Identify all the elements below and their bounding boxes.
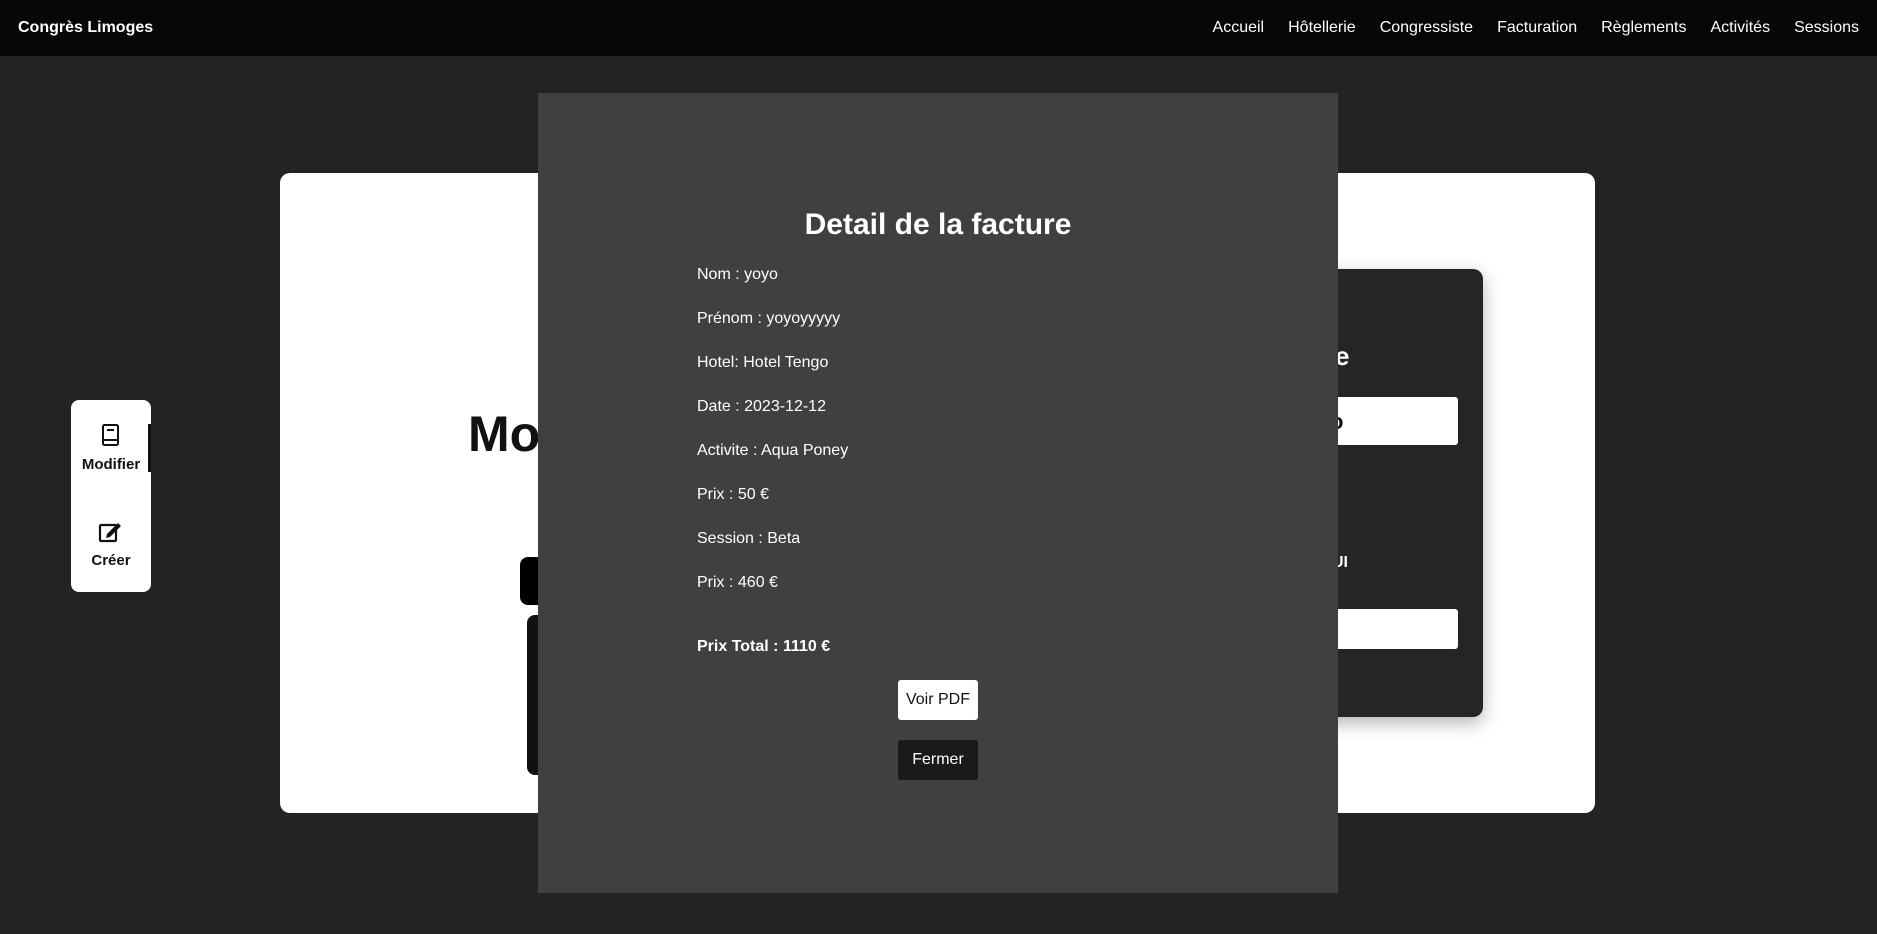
sidebar-item-label: Modifier <box>81 456 141 473</box>
sidebar-item-modifier[interactable]: Modifier <box>71 408 151 488</box>
view-pdf-button[interactable]: Voir PDF <box>898 680 978 720</box>
sidebar-item-creer[interactable]: Créer <box>71 504 151 584</box>
detail-prenom: Prénom : yoyoyyyyy <box>697 310 841 327</box>
close-button[interactable]: Fermer <box>898 740 978 780</box>
book-icon <box>100 423 122 452</box>
invoice-detail-modal: Detail de la facture Nom : yoyo Prénom :… <box>538 93 1338 893</box>
active-indicator <box>148 424 151 472</box>
detail-prix-total: Prix Total : 1110 € <box>697 638 831 655</box>
detail-hotel: Hotel: Hotel Tengo <box>697 354 829 371</box>
detail-date: Date : 2023-12-12 <box>697 398 826 415</box>
detail-session: Session : Beta <box>697 530 801 547</box>
brand-logo[interactable]: Congrès Limoges <box>18 19 153 37</box>
modal-title: Detail de la facture <box>804 208 1072 241</box>
nav-item-hotellerie[interactable]: Hôtellerie <box>1288 19 1356 37</box>
sidebar-item-label: Créer <box>91 552 131 569</box>
nav-item-facturation[interactable]: Facturation <box>1497 19 1577 37</box>
navbar: Congrès Limoges Accueil Hôtellerie Congr… <box>0 0 1877 56</box>
nav-item-reglements[interactable]: Règlements <box>1601 19 1686 37</box>
nav-item-sessions[interactable]: Sessions <box>1794 19 1859 37</box>
detail-prix-session: Prix : 460 € <box>697 574 778 591</box>
page-title: Mo <box>468 406 541 462</box>
nav-item-congressiste[interactable]: Congressiste <box>1380 19 1473 37</box>
nav-links: Accueil Hôtellerie Congressiste Facturat… <box>1213 19 1859 37</box>
edit-icon <box>98 519 124 548</box>
detail-prix-activite: Prix : 50 € <box>697 486 770 503</box>
nav-item-activites[interactable]: Activités <box>1711 19 1771 37</box>
detail-activite: Activite : Aqua Poney <box>697 442 849 459</box>
side-panel: Modifier Créer <box>71 400 151 592</box>
detail-nom: Nom : yoyo <box>697 266 778 283</box>
nav-item-accueil[interactable]: Accueil <box>1213 19 1265 37</box>
